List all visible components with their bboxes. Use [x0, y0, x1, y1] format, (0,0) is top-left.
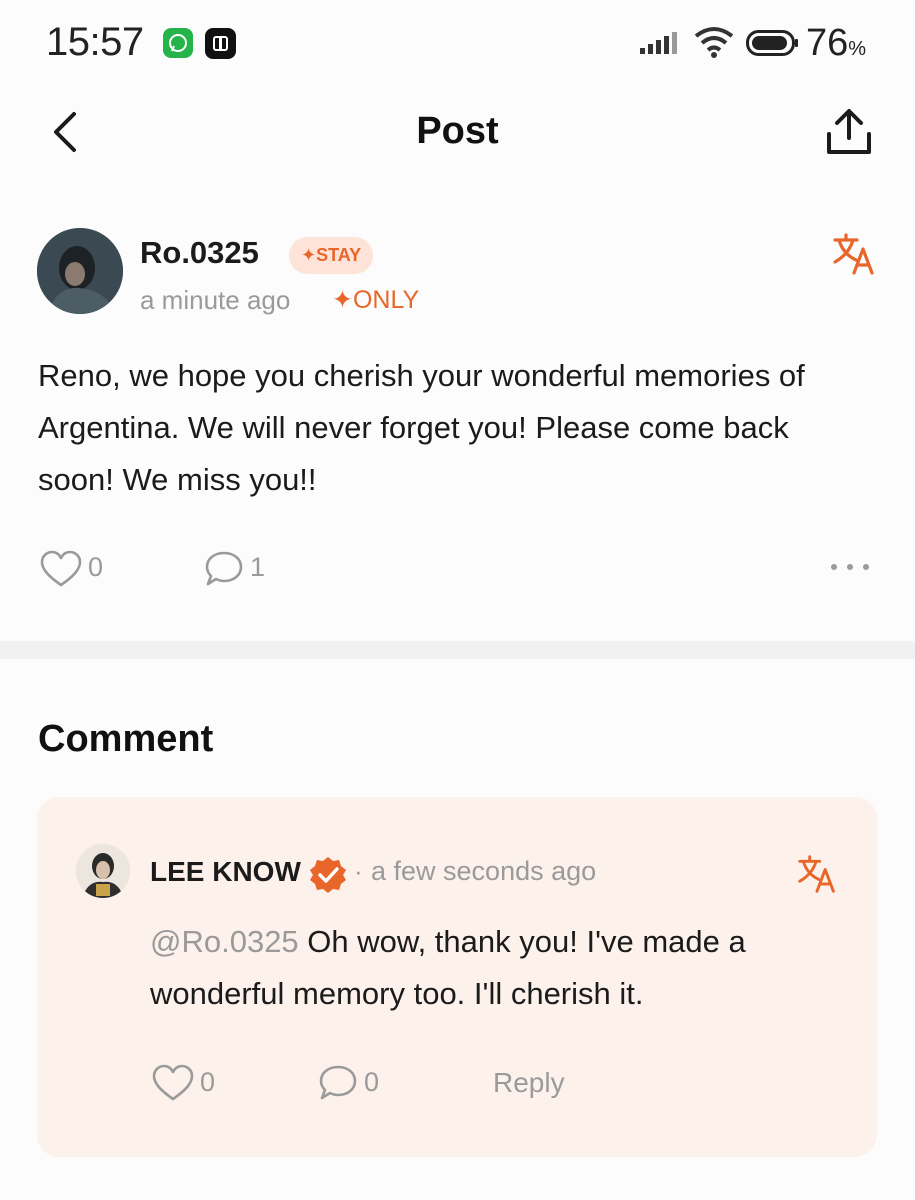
comment-reply-count: 0: [364, 1067, 380, 1097]
author-name[interactable]: Ro.0325: [140, 235, 259, 271]
visibility-label: ✦ONLY: [332, 286, 420, 314]
heart-icon[interactable]: [152, 1064, 194, 1102]
commenter-avatar[interactable]: [76, 844, 130, 898]
status-time: 15:57: [46, 20, 144, 64]
like-count: 0: [88, 552, 104, 582]
comment-body: @Ro.0325 Oh wow, thank you! I've made a …: [150, 916, 850, 1020]
comment-heading: Comment: [38, 718, 214, 760]
signal-icon: [640, 32, 677, 54]
translate-icon[interactable]: [832, 232, 876, 276]
battery-level: 76%: [806, 22, 867, 64]
battery-icon: [746, 30, 798, 56]
author-avatar[interactable]: [37, 228, 123, 314]
translate-icon[interactable]: [797, 854, 837, 894]
wifi-icon: [694, 27, 734, 58]
comment-icon[interactable]: [204, 550, 244, 588]
share-icon[interactable]: [823, 108, 875, 156]
comment-icon[interactable]: [318, 1064, 358, 1102]
commenter-name[interactable]: LEE KNOW: [150, 856, 301, 888]
more-icon[interactable]: [830, 563, 870, 571]
verified-badge-icon: [310, 857, 346, 893]
heart-icon[interactable]: [40, 550, 82, 588]
comment-like-count: 0: [200, 1067, 216, 1097]
section-divider: [0, 641, 915, 659]
post-time: a minute ago: [140, 285, 291, 315]
whatsapp-icon: [163, 28, 193, 58]
comment-count: 1: [250, 552, 266, 582]
mention-link[interactable]: @Ro.0325: [150, 924, 299, 959]
page-title: Post: [416, 110, 499, 152]
comment-time: a few seconds ago: [371, 856, 597, 886]
app-icon: [205, 28, 236, 59]
separator-dot: ·: [354, 856, 363, 886]
post-body: Reno, we hope you cherish your wonderful…: [38, 358, 805, 497]
stay-badge: ✦STAY: [289, 237, 374, 274]
reply-button[interactable]: Reply: [493, 1067, 565, 1099]
